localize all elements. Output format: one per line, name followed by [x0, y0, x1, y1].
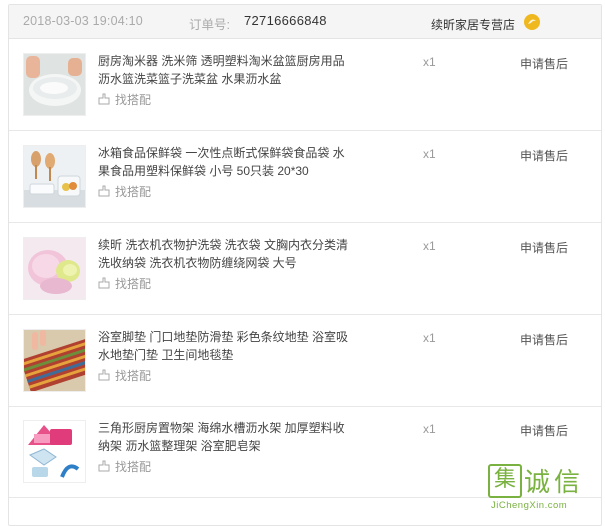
after-sales-link[interactable]: 申请售后 [520, 239, 568, 256]
product-title-link[interactable]: 厨房淘米器 洗米筛 透明塑料淘米盆篮厨房用品沥水篮洗菜篮子洗菜盆 水果沥水盆 [98, 52, 348, 88]
product-title-link[interactable]: 续昕 洗衣机衣物护洗袋 洗衣袋 文胸内衣分类清洗收纳袋 洗衣机衣物防缠绕网袋 大… [98, 236, 348, 272]
product-title-link[interactable]: 冰箱食品保鲜袋 一次性点断式保鲜袋食品袋 水果食品用塑料保鲜袋 小号 50只装 … [98, 144, 348, 180]
shop-name-link[interactable]: 续昕家居专营店 [431, 16, 515, 33]
watermark-logo: 集 诚信 JiChengXin.com [488, 462, 605, 513]
find-match-label: 找搭配 [115, 460, 152, 474]
product-thumbnail[interactable] [23, 420, 86, 483]
match-icon [98, 185, 110, 197]
find-match-label: 找搭配 [115, 185, 152, 199]
order-number: 72716666848 [244, 13, 327, 28]
find-match-label: 找搭配 [115, 277, 152, 291]
after-sales-link[interactable]: 申请售后 [520, 55, 568, 72]
find-match-label: 找搭配 [115, 93, 152, 107]
watermark-badge: 集 [488, 464, 522, 498]
after-sales-link[interactable]: 申请售后 [520, 422, 568, 439]
order-item-row: 浴室脚垫 门口地垫防滑垫 彩色条纹地垫 浴室吸水地垫门垫 卫生间地毯垫 找搭配 … [9, 315, 601, 407]
item-quantity: x1 [423, 239, 436, 253]
match-icon [98, 277, 110, 289]
product-title-link[interactable]: 浴室脚垫 门口地垫防滑垫 彩色条纹地垫 浴室吸水地垫门垫 卫生间地毯垫 [98, 328, 348, 364]
find-match-link[interactable]: 找搭配 [98, 458, 151, 475]
product-thumbnail[interactable] [23, 145, 86, 208]
match-icon [98, 93, 110, 105]
match-icon [98, 460, 110, 472]
item-quantity: x1 [423, 147, 436, 161]
order-item-row: 冰箱食品保鲜袋 一次性点断式保鲜袋食品袋 水果食品用塑料保鲜袋 小号 50只装 … [9, 131, 601, 223]
product-title-link[interactable]: 三角形厨房置物架 海绵水槽沥水架 加厚塑料收纳架 沥水篮整理架 浴室肥皂架 [98, 419, 348, 455]
order-item-row: 厨房淘米器 洗米筛 透明塑料淘米盆篮厨房用品沥水篮洗菜篮子洗菜盆 水果沥水盆 找… [9, 39, 601, 131]
order-card: 2018-03-03 19:04:10 订单号: 72716666848 续昕家… [8, 4, 602, 526]
watermark-name: 诚信 [524, 468, 585, 498]
after-sales-link[interactable]: 申请售后 [520, 331, 568, 348]
find-match-link[interactable]: 找搭配 [98, 91, 151, 108]
match-icon [98, 369, 110, 381]
item-quantity: x1 [423, 331, 436, 345]
after-sales-link[interactable]: 申请售后 [520, 147, 568, 164]
order-date: 2018-03-03 19:04:10 [23, 14, 143, 28]
shop-badge-icon[interactable] [524, 14, 540, 30]
item-quantity: x1 [423, 55, 436, 69]
watermark-url: JiChengXin.com [491, 500, 568, 511]
find-match-label: 找搭配 [115, 369, 152, 383]
item-quantity: x1 [423, 422, 436, 436]
order-item-row: 续昕 洗衣机衣物护洗袋 洗衣袋 文胸内衣分类清洗收纳袋 洗衣机衣物防缠绕网袋 大… [9, 223, 601, 315]
order-number-label: 订单号: [189, 18, 230, 32]
product-thumbnail[interactable] [23, 53, 86, 116]
order-header: 2018-03-03 19:04:10 订单号: 72716666848 续昕家… [9, 5, 601, 39]
product-thumbnail[interactable] [23, 237, 86, 300]
find-match-link[interactable]: 找搭配 [98, 275, 151, 292]
product-thumbnail[interactable] [23, 329, 86, 392]
find-match-link[interactable]: 找搭配 [98, 367, 151, 384]
find-match-link[interactable]: 找搭配 [98, 183, 151, 200]
